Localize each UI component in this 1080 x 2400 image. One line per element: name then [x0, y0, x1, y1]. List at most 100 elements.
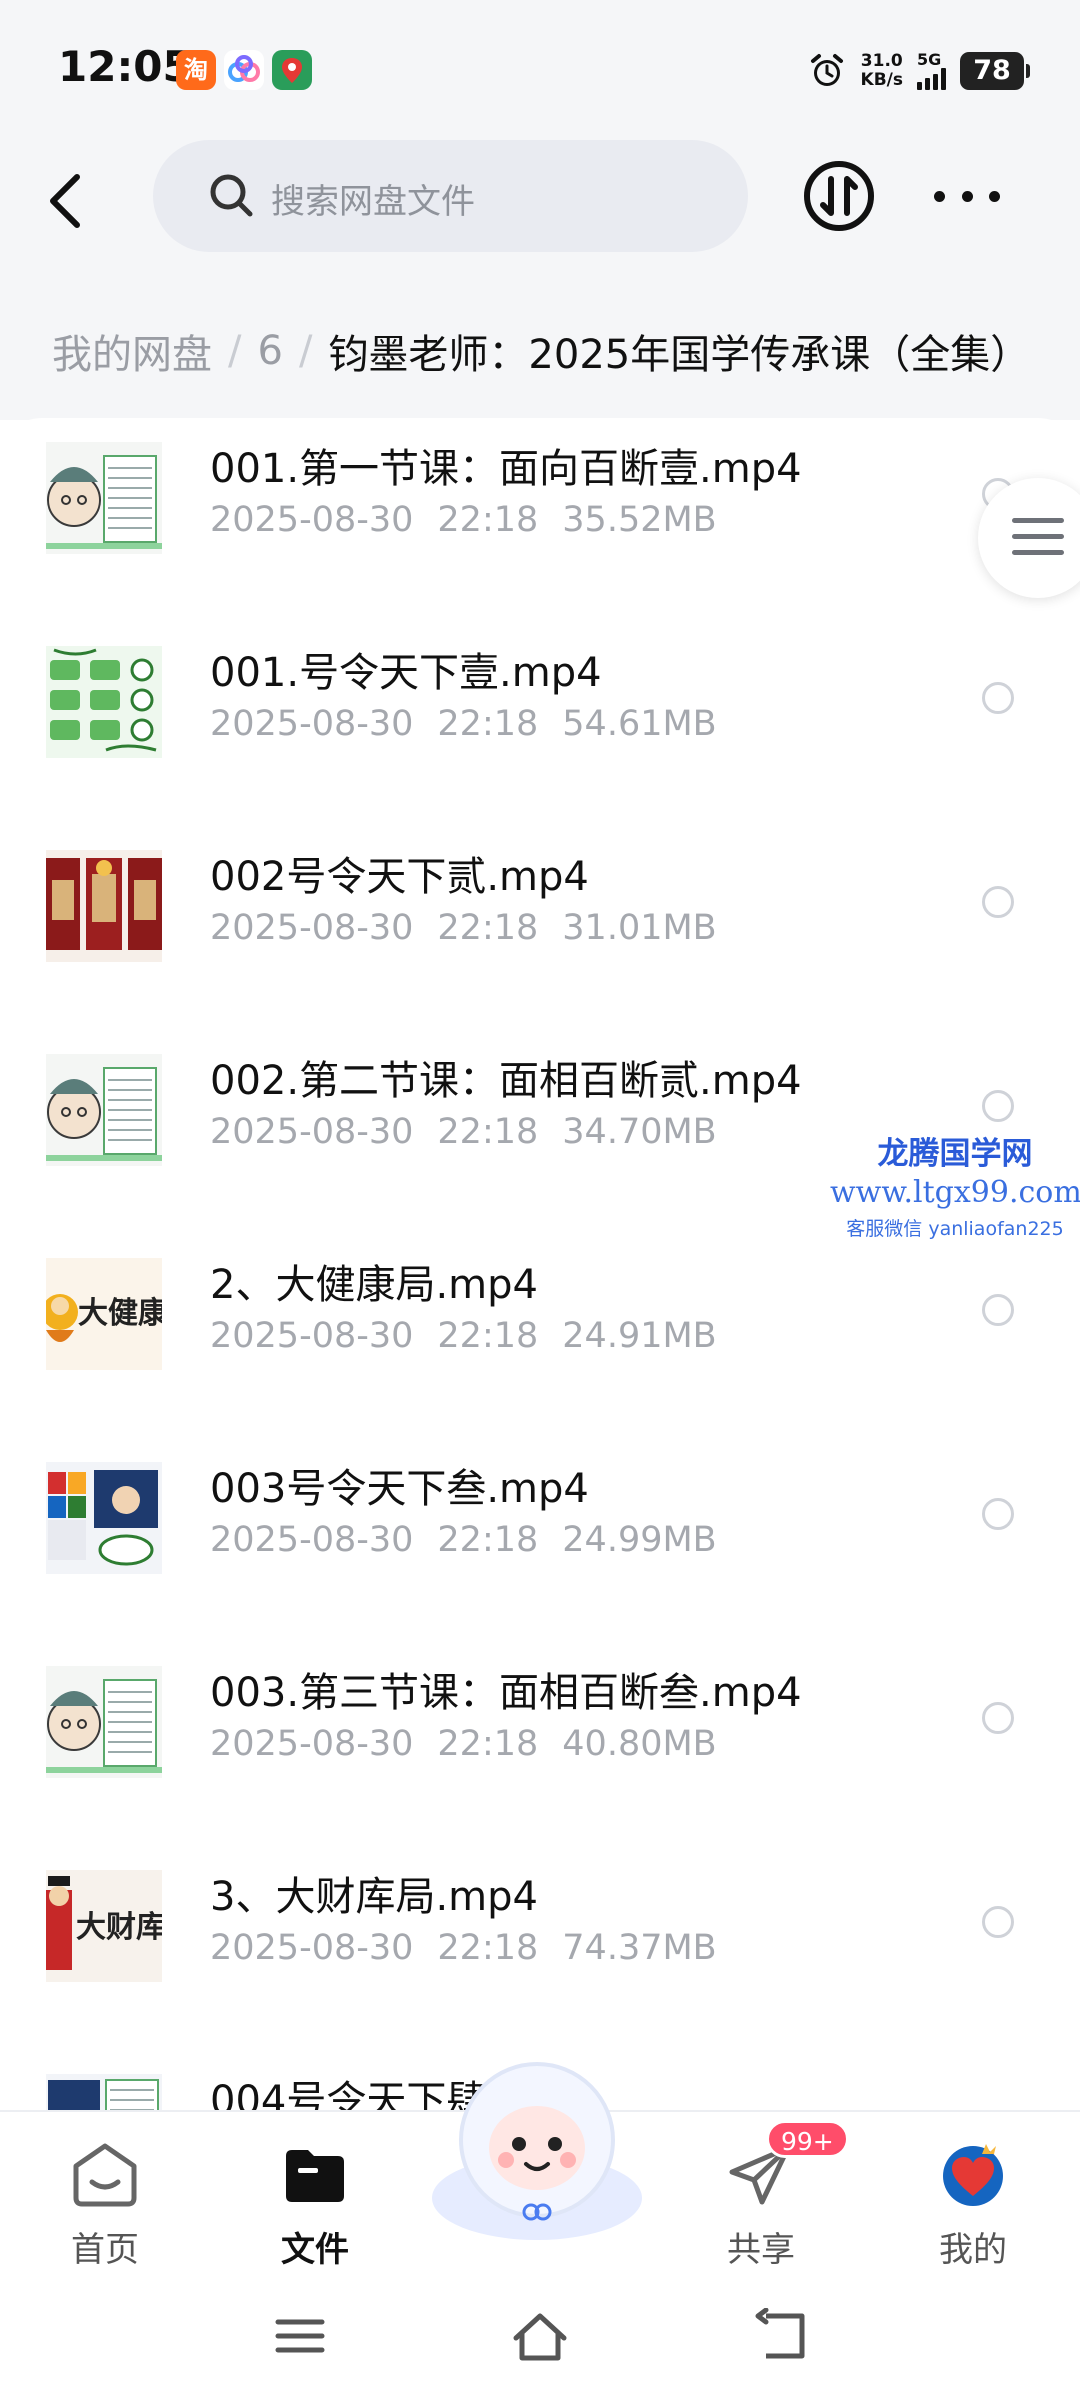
search-placeholder: 搜索网盘文件	[271, 182, 475, 222]
file-row[interactable]: 001.第一节课：面向百断壹.mp4 2025-08-30 22:18 35.52M…	[0, 418, 1080, 622]
file-meta: 2025-08-30 22:18 54.61MB	[210, 704, 717, 744]
file-date: 2025-08-30	[210, 1316, 414, 1356]
file-meta: 2025-08-30 22:18 24.91MB	[210, 1316, 717, 1356]
file-meta: 2025-08-30 22:18 34.70MB	[210, 1112, 717, 1152]
nav-mine-label: 我的	[939, 2230, 1007, 2270]
file-size: 54.61MB	[562, 704, 717, 744]
signal-icon: 5G	[917, 52, 946, 90]
file-row[interactable]: 001.号令天下壹.mp4 2025-08-30 22:18 54.61MB	[0, 622, 1080, 826]
nav-mine[interactable]: 我的	[898, 2132, 1048, 2270]
breadcrumb-root[interactable]: 我的网盘	[52, 322, 212, 380]
thumb-title: 大财库	[76, 1910, 162, 1945]
file-name: 002号令天下贰.mp4	[210, 854, 589, 900]
video-thumbnail	[46, 1054, 162, 1166]
video-thumbnail: 大财库	[46, 1870, 162, 1982]
share-badge: 99+	[766, 2120, 849, 2158]
menu-line-icon	[1012, 550, 1064, 555]
dot-icon	[961, 190, 973, 202]
file-time: 22:18	[437, 1724, 539, 1764]
file-date: 2025-08-30	[210, 908, 414, 948]
back-button[interactable]	[30, 166, 100, 236]
file-name: 003号令天下叁.mp4	[210, 1466, 589, 1512]
video-thumbnail	[46, 1666, 162, 1778]
file-size: 74.37MB	[562, 1928, 717, 1968]
select-checkbox[interactable]	[982, 682, 1014, 714]
file-name: 003.第三节课：面相百断叁.mp4	[210, 1670, 802, 1716]
alarm-icon	[810, 54, 843, 86]
file-meta: 2025-08-30 22:18 74.37MB	[210, 1928, 717, 1968]
file-date: 2025-08-30	[210, 1112, 414, 1152]
video-thumbnail	[46, 1462, 162, 1574]
battery-icon: 78	[960, 52, 1030, 90]
thumb-title: 大健康	[78, 1296, 162, 1331]
recent-apps-icon[interactable]	[270, 2308, 330, 2364]
avatar-icon	[943, 2144, 1003, 2206]
select-checkbox[interactable]	[982, 1498, 1014, 1530]
cloud-drive-icon	[224, 50, 264, 90]
file-list: 001.第一节课：面向百断壹.mp4 2025-08-30 22:18 35.52M…	[0, 418, 1080, 2110]
dot-icon	[989, 190, 1000, 202]
select-checkbox[interactable]	[982, 886, 1014, 918]
home-nav-icon[interactable]	[510, 2308, 570, 2364]
watermark-contact: 客服微信 yanliaofan225	[846, 1218, 1064, 1240]
file-time: 22:18	[437, 908, 539, 948]
dot-icon	[934, 190, 945, 202]
file-row[interactable]: 003号令天下叁.mp4 2025-08-30 22:18 24.99MB	[0, 1438, 1080, 1642]
file-name: 2、大健康局.mp4	[210, 1262, 538, 1308]
nav-home[interactable]: 首页	[30, 2132, 180, 2270]
watermark-title: 龙腾国学网	[877, 1136, 1033, 1172]
net-speed-value: 31.0	[860, 51, 903, 71]
search-input[interactable]: 搜索网盘文件	[153, 140, 748, 252]
back-arrow-icon	[50, 174, 80, 228]
file-row[interactable]: 大健康 2、大健康局.mp4 2025-08-30 22:18 24.91MB	[0, 1234, 1080, 1438]
sort-toggle-button[interactable]	[802, 159, 876, 233]
file-date: 2025-08-30	[210, 1928, 414, 1968]
select-checkbox[interactable]	[982, 1294, 1014, 1326]
breadcrumb-folder[interactable]: 6	[257, 328, 282, 374]
file-size: 34.70MB	[562, 1112, 717, 1152]
nav-files-label: 文件	[281, 2230, 349, 2270]
search-icon	[210, 174, 253, 217]
file-size: 31.01MB	[562, 908, 717, 948]
ai-assistant-button[interactable]	[422, 2048, 652, 2248]
video-thumbnail	[46, 850, 162, 962]
back-nav-icon[interactable]	[750, 2308, 810, 2364]
file-row[interactable]: 002号令天下贰.mp4 2025-08-30 22:18 31.01MB	[0, 826, 1080, 1030]
watermark: 龙腾国学网 www.ltgx99.com 客服微信 yanliaofan225	[830, 1128, 1080, 1241]
select-checkbox[interactable]	[982, 1090, 1014, 1122]
file-time: 22:18	[437, 1112, 539, 1152]
file-name: 3、大财库局.mp4	[210, 1874, 538, 1920]
file-name: 002.第二节课：面相百断贰.mp4	[210, 1058, 802, 1104]
file-time: 22:18	[437, 500, 539, 540]
file-date: 2025-08-30	[210, 1520, 414, 1560]
file-meta: 2025-08-30 22:18 24.99MB	[210, 1520, 717, 1560]
nav-files[interactable]: 文件	[240, 2132, 390, 2270]
file-time: 22:18	[437, 1316, 539, 1356]
net-speed: 31.0 KB/s	[861, 52, 903, 90]
file-time: 22:18	[437, 704, 539, 744]
file-row[interactable]: 003.第三节课：面相百断叁.mp4 2025-08-30 22:18 40.80M…	[0, 1642, 1080, 1846]
file-meta: 2025-08-30 22:18 35.52MB	[210, 500, 717, 540]
file-row[interactable]: 大财库 3、大财库局.mp4 2025-08-30 22:18 74.37MB	[0, 1846, 1080, 2050]
file-name: 001.号令天下壹.mp4	[210, 650, 602, 696]
net-speed-unit: KB/s	[860, 70, 903, 90]
file-date: 2025-08-30	[210, 704, 414, 744]
nav-share-label: 共享	[727, 2230, 795, 2270]
folder-icon	[286, 2150, 344, 2202]
top-bar: 搜索网盘文件	[0, 140, 1080, 280]
select-checkbox[interactable]	[982, 1906, 1014, 1938]
network-type: 5G	[917, 50, 942, 69]
menu-line-icon	[1012, 518, 1064, 523]
video-thumbnail	[46, 442, 162, 554]
file-name: 001.第一节课：面向百断壹.mp4	[210, 446, 802, 492]
menu-line-icon	[1012, 534, 1064, 539]
more-options-button[interactable]	[934, 174, 1000, 218]
status-time: 12:05	[58, 42, 192, 91]
nav-share[interactable]: 99+ 共享	[686, 2120, 849, 2270]
video-thumbnail	[46, 646, 162, 758]
taobao-icon: 淘	[176, 50, 216, 90]
file-meta: 2025-08-30 22:18 31.01MB	[210, 908, 717, 948]
select-checkbox[interactable]	[982, 1702, 1014, 1734]
file-date: 2025-08-30	[210, 1724, 414, 1764]
watermark-url: www.ltgx99.com	[830, 1175, 1080, 1210]
